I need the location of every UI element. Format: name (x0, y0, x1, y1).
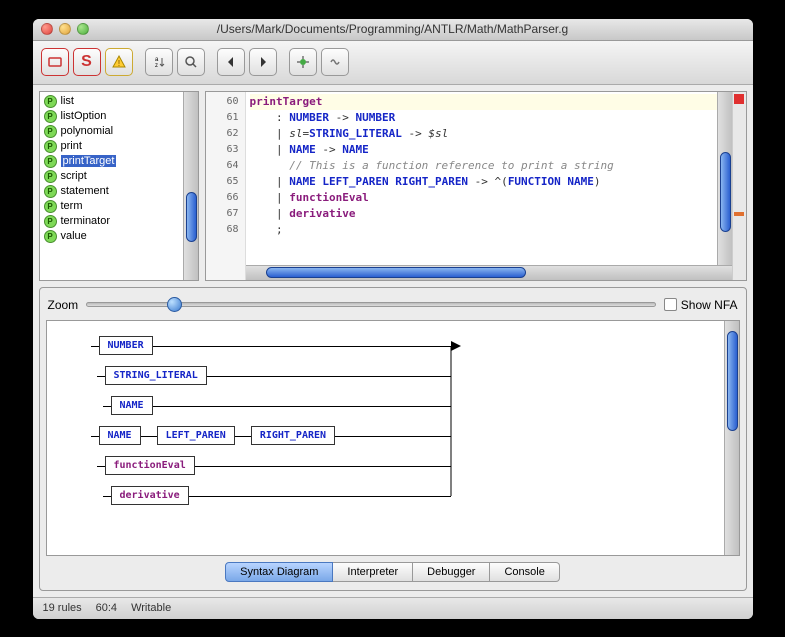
diagram-node[interactable]: STRING_LITERAL (105, 366, 207, 385)
editor-vscrollbar[interactable] (717, 92, 732, 280)
diagram-node[interactable]: functionEval (105, 456, 195, 475)
marker-strip (732, 92, 746, 280)
warning-marker[interactable] (734, 212, 744, 216)
tab-console[interactable]: Console (490, 562, 559, 582)
record-button[interactable] (41, 48, 69, 76)
editor-hscrollbar[interactable] (246, 265, 732, 280)
status-rules: 19 rules (43, 602, 82, 614)
rule-item-statement[interactable]: Pstatement (40, 184, 198, 199)
rail-branch: NAME (61, 391, 451, 421)
rule-item-polynomial[interactable]: Ppolynomial (40, 124, 198, 139)
warning-button[interactable]: ! (105, 48, 133, 76)
traffic-lights (41, 23, 89, 35)
search-button[interactable] (177, 48, 205, 76)
svg-text:z: z (155, 63, 158, 69)
rule-item-print[interactable]: Pprint (40, 139, 198, 154)
tab-syntax-diagram[interactable]: Syntax Diagram (225, 562, 333, 582)
tab-interpreter[interactable]: Interpreter (333, 562, 413, 582)
tab-debugger[interactable]: Debugger (413, 562, 490, 582)
minimize-icon[interactable] (59, 23, 71, 35)
zoom-label: Zoom (48, 298, 79, 312)
parser-rule-icon: P (44, 155, 57, 168)
svg-text:!: ! (117, 59, 119, 68)
rule-label: polynomial (61, 125, 114, 137)
zoom-icon[interactable] (77, 23, 89, 35)
rule-label: value (61, 230, 87, 242)
titlebar: /Users/Mark/Documents/Programming/ANTLR/… (33, 19, 753, 41)
rule-item-terminator[interactable]: Pterminator (40, 214, 198, 229)
rule-item-list[interactable]: Plist (40, 94, 198, 109)
upper-panes: PlistPlistOptionPpolynomialPprintPprintT… (39, 91, 747, 281)
editor-pane: 606162636465666768 printTarget : NUMBER … (205, 91, 747, 281)
lower-panel: Zoom Show NFA NUMBERSTRING_LITERALNAMENA… (39, 287, 747, 591)
rail-branch: functionEval (61, 451, 451, 481)
sort-button[interactable]: az (145, 48, 173, 76)
rule-label: print (61, 140, 82, 152)
rule-item-value[interactable]: Pvalue (40, 229, 198, 244)
status-mode: Writable (131, 602, 171, 614)
checkbox-icon (664, 298, 677, 311)
show-nfa-label: Show NFA (681, 298, 738, 312)
rule-label: listOption (61, 110, 107, 122)
show-nfa-checkbox[interactable]: Show NFA (664, 298, 738, 312)
rule-item-script[interactable]: Pscript (40, 169, 198, 184)
parser-rule-icon: P (44, 140, 57, 153)
rule-item-listOption[interactable]: PlistOption (40, 109, 198, 124)
rule-label: script (61, 170, 87, 182)
diagram-area[interactable]: NUMBERSTRING_LITERALNAMENAMELEFT_PARENRI… (46, 320, 740, 556)
main-area: PlistPlistOptionPpolynomialPprintPprintT… (33, 85, 753, 597)
code-editor[interactable]: printTarget : NUMBER -> NUMBER | sl=STRI… (246, 92, 732, 280)
parser-rule-icon: P (44, 125, 57, 138)
run-button[interactable] (321, 48, 349, 76)
rules-list[interactable]: PlistPlistOptionPpolynomialPprintPprintT… (40, 92, 198, 246)
back-button[interactable] (217, 48, 245, 76)
debug-button[interactable] (289, 48, 317, 76)
rail-branch: derivative (61, 481, 451, 511)
diagram-node[interactable]: NAME (99, 426, 141, 445)
parser-rule-icon: P (44, 95, 57, 108)
stop-button[interactable]: S (73, 48, 101, 76)
forward-button[interactable] (249, 48, 277, 76)
rail-branch: STRING_LITERAL (61, 361, 451, 391)
rules-scrollbar[interactable] (183, 92, 198, 280)
rule-item-printTarget[interactable]: PprintTarget (40, 154, 198, 169)
diagram-node[interactable]: LEFT_PAREN (157, 426, 235, 445)
window-title: /Users/Mark/Documents/Programming/ANTLR/… (33, 22, 753, 36)
parser-rule-icon: P (44, 185, 57, 198)
diagram-node[interactable]: NAME (111, 396, 153, 415)
error-marker[interactable] (734, 94, 744, 104)
parser-rule-icon: P (44, 215, 57, 228)
bottom-tabs: Syntax DiagramInterpreterDebuggerConsole (46, 556, 740, 584)
line-gutter: 606162636465666768 (206, 92, 246, 280)
diagram-scrollbar[interactable] (724, 321, 739, 555)
rail-branch: NUMBER (61, 331, 451, 361)
slider-knob[interactable] (167, 297, 182, 312)
rules-pane: PlistPlistOptionPpolynomialPprintPprintT… (39, 91, 199, 281)
zoom-slider[interactable] (86, 302, 656, 307)
diagram-node[interactable]: derivative (111, 486, 189, 505)
close-icon[interactable] (41, 23, 53, 35)
parser-rule-icon: P (44, 170, 57, 183)
parser-rule-icon: P (44, 200, 57, 213)
toolbar: S ! az (33, 41, 753, 85)
zoom-row: Zoom Show NFA (46, 294, 740, 320)
parser-rule-icon: P (44, 110, 57, 123)
status-pos: 60:4 (96, 602, 117, 614)
rule-label: printTarget (61, 155, 117, 167)
app-window: /Users/Mark/Documents/Programming/ANTLR/… (33, 19, 753, 619)
statusbar: 19 rules 60:4 Writable (33, 597, 753, 619)
diagram-node[interactable]: RIGHT_PAREN (251, 426, 335, 445)
rule-label: statement (61, 185, 109, 197)
parser-rule-icon: P (44, 230, 57, 243)
rule-label: term (61, 200, 83, 212)
rule-label: terminator (61, 215, 111, 227)
rule-label: list (61, 95, 74, 107)
rule-item-term[interactable]: Pterm (40, 199, 198, 214)
rail-branch: NAME LEFT_PAREN RIGHT_PAREN (61, 421, 451, 451)
diagram-node[interactable]: NUMBER (99, 336, 153, 355)
